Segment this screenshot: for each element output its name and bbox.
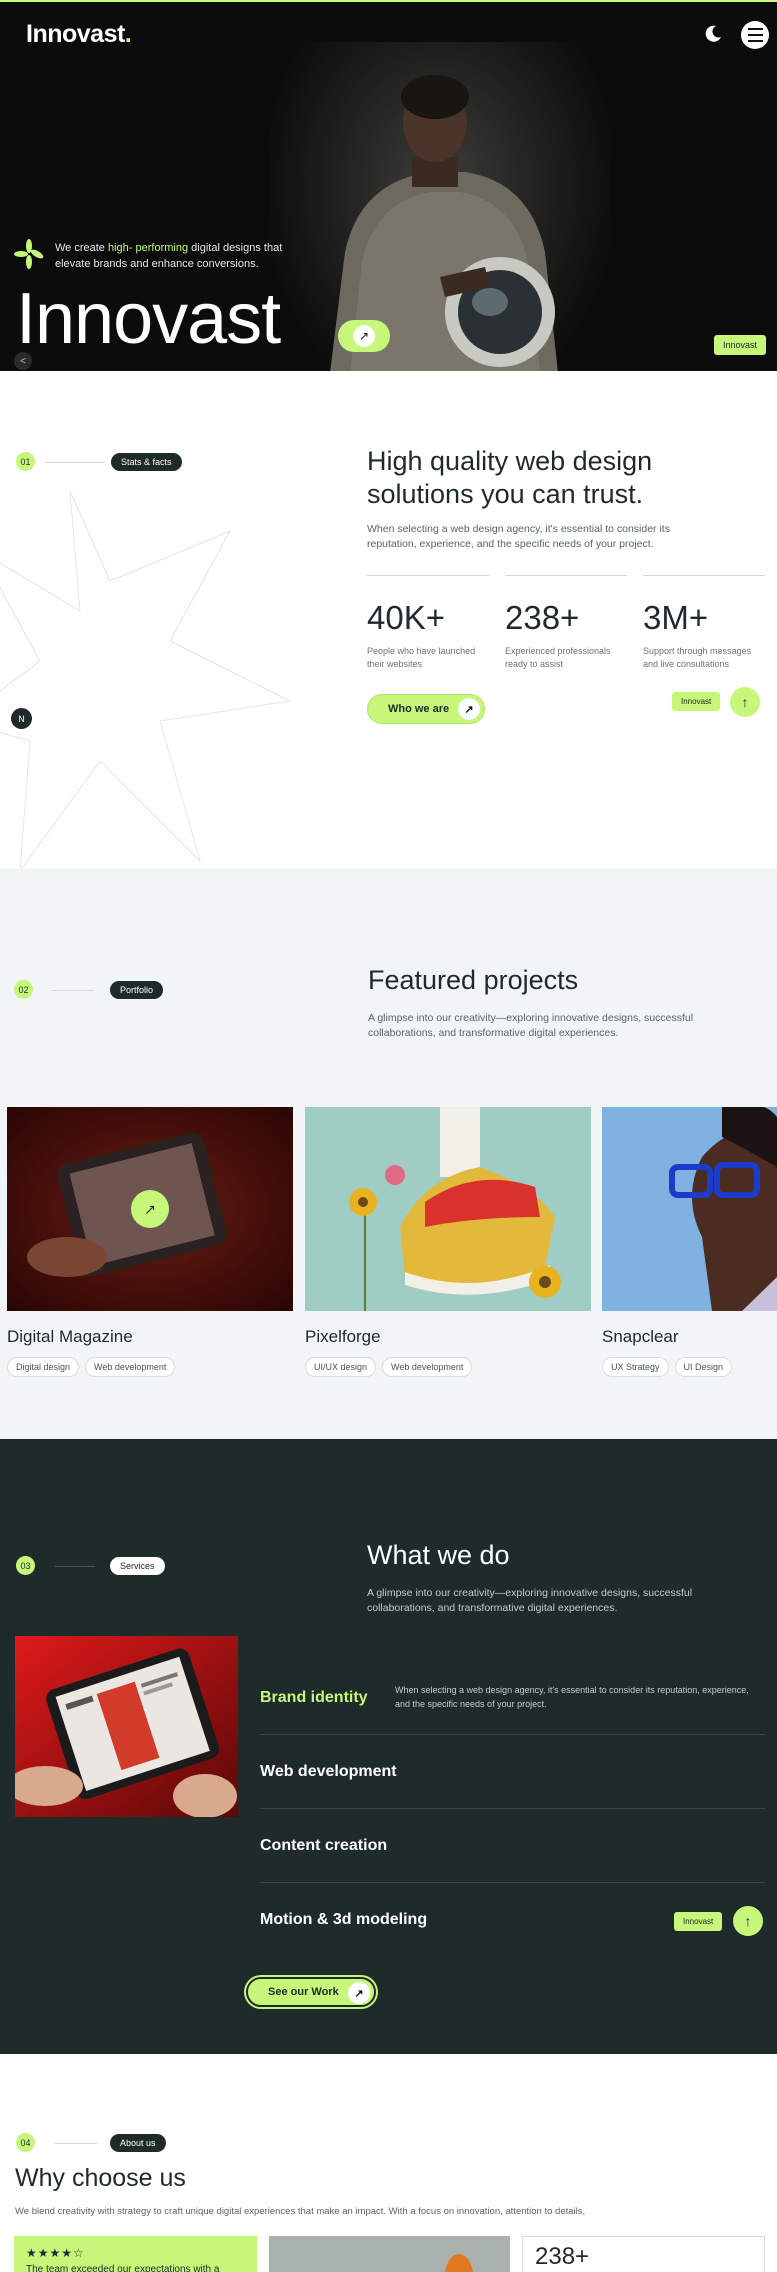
project-tag[interactable]: UI/UX design bbox=[305, 1357, 377, 1377]
service-name[interactable]: Brand identity bbox=[260, 1689, 368, 1707]
service-item-brand-identity[interactable]: Brand identity When selecting a web desi… bbox=[260, 1661, 765, 1735]
hero-arrow-button[interactable]: ↗ bbox=[338, 320, 390, 352]
portfolio-section: 02 Portfolio Featured projects A glimpse… bbox=[0, 869, 777, 1439]
stat-desc: People who have launched their websites bbox=[367, 646, 476, 669]
background-star-shape bbox=[0, 491, 292, 869]
hero-badge[interactable]: Innovast bbox=[714, 335, 767, 355]
services-badge[interactable]: Innovast bbox=[674, 1912, 723, 1931]
section-divider bbox=[45, 462, 105, 463]
hero-astronaut-image bbox=[330, 75, 558, 371]
n-badge[interactable]: N bbox=[11, 708, 32, 729]
project-title[interactable]: Snapclear bbox=[602, 1327, 679, 1347]
section-number: 03 bbox=[16, 1556, 35, 1575]
stat-desc: Experienced professionals ready to assis… bbox=[505, 646, 611, 669]
service-desc: When selecting a web design agency, it's… bbox=[395, 1685, 749, 1709]
spark-icon bbox=[14, 239, 44, 269]
section-divider bbox=[55, 1566, 95, 1567]
stats-subtext: When selecting a web design agency, it's… bbox=[367, 523, 670, 550]
section-pill: Portfolio bbox=[110, 981, 164, 999]
stat-value: 40K+ bbox=[367, 599, 445, 636]
services-section: 03 Services What we do A glimpse into ou… bbox=[0, 1439, 777, 2054]
project-tag[interactable]: Web development bbox=[382, 1357, 473, 1377]
service-item-content-creation[interactable]: Content creation bbox=[260, 1809, 765, 1883]
stat-desc: Support through messages and live consul… bbox=[643, 646, 752, 669]
project-image[interactable] bbox=[305, 1107, 591, 1311]
project-image[interactable]: ↗ bbox=[7, 1107, 293, 1311]
section-divider bbox=[55, 2143, 97, 2144]
stat-value: 3M+ bbox=[643, 599, 709, 636]
project-image[interactable] bbox=[602, 1107, 777, 1311]
stats-heading: High quality web design solutions you ca… bbox=[367, 446, 653, 509]
about-photo bbox=[269, 2236, 510, 2272]
back-button[interactable]: < bbox=[14, 352, 32, 370]
project-tag[interactable]: UX Strategy bbox=[602, 1357, 669, 1377]
hero-tagline: We create high- performing digital desig… bbox=[55, 242, 283, 270]
count-value: 238+ bbox=[535, 2243, 590, 2270]
portfolio-heading: Featured projects bbox=[368, 965, 579, 995]
svg-text:↗: ↗ bbox=[144, 1202, 156, 1218]
section-number: 01 bbox=[16, 452, 35, 471]
stats-section: 01 Stats & facts High quality web design… bbox=[0, 371, 777, 869]
section-pill: Services bbox=[110, 1557, 165, 1575]
service-name[interactable]: Motion & 3d modeling bbox=[260, 1911, 427, 1929]
arrow-up-icon[interactable]: ↑ bbox=[730, 687, 760, 717]
portfolio-subtext: A glimpse into our creativity—exploring … bbox=[368, 1012, 694, 1039]
services-subtext: A glimpse into our creativity—exploring … bbox=[367, 1587, 693, 1614]
menu-icon[interactable] bbox=[741, 21, 769, 49]
arrow-up-icon[interactable]: ↑ bbox=[733, 1906, 763, 1936]
project-title[interactable]: Digital Magazine bbox=[7, 1327, 133, 1347]
services-heading: What we do bbox=[367, 1540, 510, 1570]
project-tag[interactable]: Web development bbox=[85, 1357, 176, 1377]
review-card: ★★★★☆ The team exceeded our expectations… bbox=[14, 2236, 257, 2272]
review-text: The team exceeded our expectations with … bbox=[26, 2264, 220, 2272]
arrow-up-right-icon: ↗ bbox=[348, 1982, 370, 2004]
section-pill: About us bbox=[110, 2134, 166, 2152]
hero-title: Innovast bbox=[16, 279, 281, 359]
hero-section: Innovast. We create high- performing dig… bbox=[0, 0, 777, 371]
count-card: 238+ bbox=[522, 2236, 765, 2272]
section-number: 02 bbox=[14, 980, 33, 999]
project-tags: Digital design Web development bbox=[7, 1357, 176, 1377]
service-name[interactable]: Web development bbox=[260, 1763, 397, 1781]
service-name[interactable]: Content creation bbox=[260, 1837, 387, 1855]
service-image bbox=[15, 1636, 238, 1817]
section-divider bbox=[52, 990, 94, 991]
logo[interactable]: Innovast. bbox=[26, 20, 132, 49]
service-item-web-development[interactable]: Web development bbox=[260, 1735, 765, 1809]
star-rating-icon: ★★★★☆ bbox=[26, 2246, 85, 2260]
stats-badge[interactable]: Innovast bbox=[672, 692, 721, 711]
section-number: 04 bbox=[16, 2133, 35, 2152]
about-subtext: We blend creativity with strategy to cra… bbox=[15, 2206, 586, 2217]
project-tag[interactable]: UI Design bbox=[674, 1357, 733, 1377]
arrow-up-right-icon: ↗ bbox=[458, 698, 480, 720]
see-our-work-button[interactable]: See our Work ↗ bbox=[246, 1977, 376, 2007]
stat-value: 238+ bbox=[505, 599, 580, 636]
project-tags: UX Strategy UI Design bbox=[602, 1357, 733, 1377]
about-section: 04 About us Why choose us We blend creat… bbox=[0, 2054, 777, 2272]
project-tag[interactable]: Digital design bbox=[7, 1357, 80, 1377]
arrow-up-right-icon: ↗ bbox=[353, 325, 375, 347]
project-tags: UI/UX design Web development bbox=[305, 1357, 473, 1377]
project-title[interactable]: Pixelforge bbox=[305, 1327, 381, 1347]
who-we-are-button[interactable]: Who we are ↗ bbox=[367, 694, 485, 724]
moon-icon[interactable] bbox=[703, 24, 723, 44]
section-pill: Stats & facts bbox=[111, 453, 182, 471]
about-heading: Why choose us bbox=[15, 2164, 186, 2192]
